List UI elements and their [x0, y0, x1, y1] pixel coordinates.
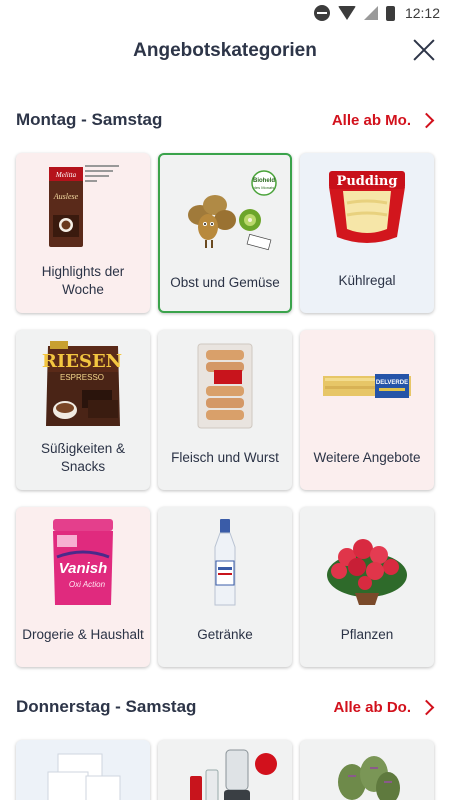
- close-icon[interactable]: [412, 38, 436, 62]
- tile-label: Drogerie & Haushalt: [22, 627, 144, 642]
- pasta-pack-image: DELVERDE: [300, 338, 434, 434]
- category-tile-garden[interactable]: [300, 740, 434, 800]
- do-not-disturb-icon: [313, 5, 330, 21]
- svg-text:Auslese: Auslese: [53, 192, 79, 201]
- chocolate-bag-image: RIESEN ESPRESSO: [16, 338, 150, 434]
- category-tile-fruit-vegetables[interactable]: Bioheld des Monats Obst und Gemüse: [158, 153, 292, 313]
- category-tile-drinks[interactable]: Getränke: [158, 507, 292, 667]
- kiwi-fruits-image: Bioheld des Monats: [160, 163, 290, 259]
- status-time: 12:12: [404, 5, 440, 21]
- header: Angebotskategorien: [0, 26, 450, 86]
- svg-text:Bioheld: Bioheld: [253, 178, 275, 184]
- tile-label: Pflanzen: [340, 627, 394, 642]
- category-tile-meat-sausage[interactable]: Fleisch und Wurst: [158, 330, 292, 490]
- tile-label: Obst und Gemüse: [170, 275, 280, 290]
- chevron-right-icon: [418, 699, 435, 715]
- svg-text:Melitta: Melitta: [55, 171, 77, 179]
- section-title: Montag - Samstag: [16, 110, 163, 129]
- category-tile-plants[interactable]: Pflanzen: [300, 507, 434, 667]
- battery-icon: [385, 5, 395, 21]
- svg-text:DELVERDE: DELVERDE: [376, 380, 408, 386]
- artichoke-plant-image: [300, 746, 434, 800]
- category-grid-thu-sat: [16, 740, 434, 800]
- section-link-label: Alle ab Mo.: [331, 111, 411, 129]
- signal-icon: [363, 6, 378, 20]
- category-tile-drugstore-household[interactable]: Vanish Oxi Action Drogerie & Haushalt: [16, 507, 150, 667]
- tile-label: Getränke: [197, 627, 253, 642]
- tile-label: Highlights der Woche: [41, 264, 125, 297]
- category-tile-storage[interactable]: [16, 740, 150, 800]
- storage-boxes-image: [16, 746, 150, 800]
- category-tile-sweets-snacks[interactable]: RIESEN ESPRESSO Süßigkeiten & Snacks: [16, 330, 150, 490]
- category-tile-more-offers[interactable]: DELVERDE Weitere Angebote: [300, 330, 434, 490]
- category-tile-chilled[interactable]: Pudding Kühlregal: [300, 153, 434, 313]
- page-title: Angebotskategorien: [133, 40, 317, 61]
- tile-label: Weitere Angebote: [313, 450, 421, 465]
- section-header-mon-sat: Montag - Samstag Alle ab Mo.: [16, 105, 435, 135]
- chevron-right-icon: [418, 112, 435, 128]
- svg-text:des Monats: des Monats: [254, 185, 275, 190]
- section-header-thu-sat: Donnerstag - Samstag Alle ab Do.: [16, 692, 435, 722]
- category-grid-mon-sat: Melitta Auslese Highlights der Woche Bio…: [16, 153, 434, 667]
- vodka-bottle-image: [158, 515, 292, 611]
- status-bar: 12:12: [0, 0, 450, 26]
- all-from-thursday-link[interactable]: Alle ab Do.: [333, 698, 435, 716]
- svg-text:ESPRESSO: ESPRESSO: [60, 373, 104, 382]
- category-tile-highlights[interactable]: Melitta Auslese Highlights der Woche: [16, 153, 150, 313]
- wifi-icon: [337, 6, 356, 20]
- svg-text:Vanish: Vanish: [59, 560, 108, 577]
- svg-text:Pudding: Pudding: [337, 174, 398, 189]
- all-from-monday-link[interactable]: Alle ab Mo.: [331, 111, 435, 129]
- flower-pot-image: [300, 515, 434, 611]
- detergent-tub-image: Vanish Oxi Action: [16, 515, 150, 611]
- tile-label: Süßigkeiten & Snacks: [40, 441, 126, 474]
- svg-text:RIESEN: RIESEN: [42, 351, 122, 372]
- coffee-package-image: Melitta Auslese: [16, 161, 150, 257]
- sausage-pack-image: [158, 338, 292, 434]
- section-title: Donnerstag - Samstag: [16, 697, 197, 716]
- category-tile-kitchen[interactable]: [158, 740, 292, 800]
- tile-label: Kühlregal: [338, 273, 396, 288]
- section-link-label: Alle ab Do.: [333, 698, 411, 716]
- tile-label: Fleisch und Wurst: [171, 450, 279, 465]
- blender-set-image: [158, 746, 292, 800]
- svg-text:Oxi Action: Oxi Action: [69, 580, 106, 589]
- pudding-dessert-image: Pudding: [300, 161, 434, 257]
